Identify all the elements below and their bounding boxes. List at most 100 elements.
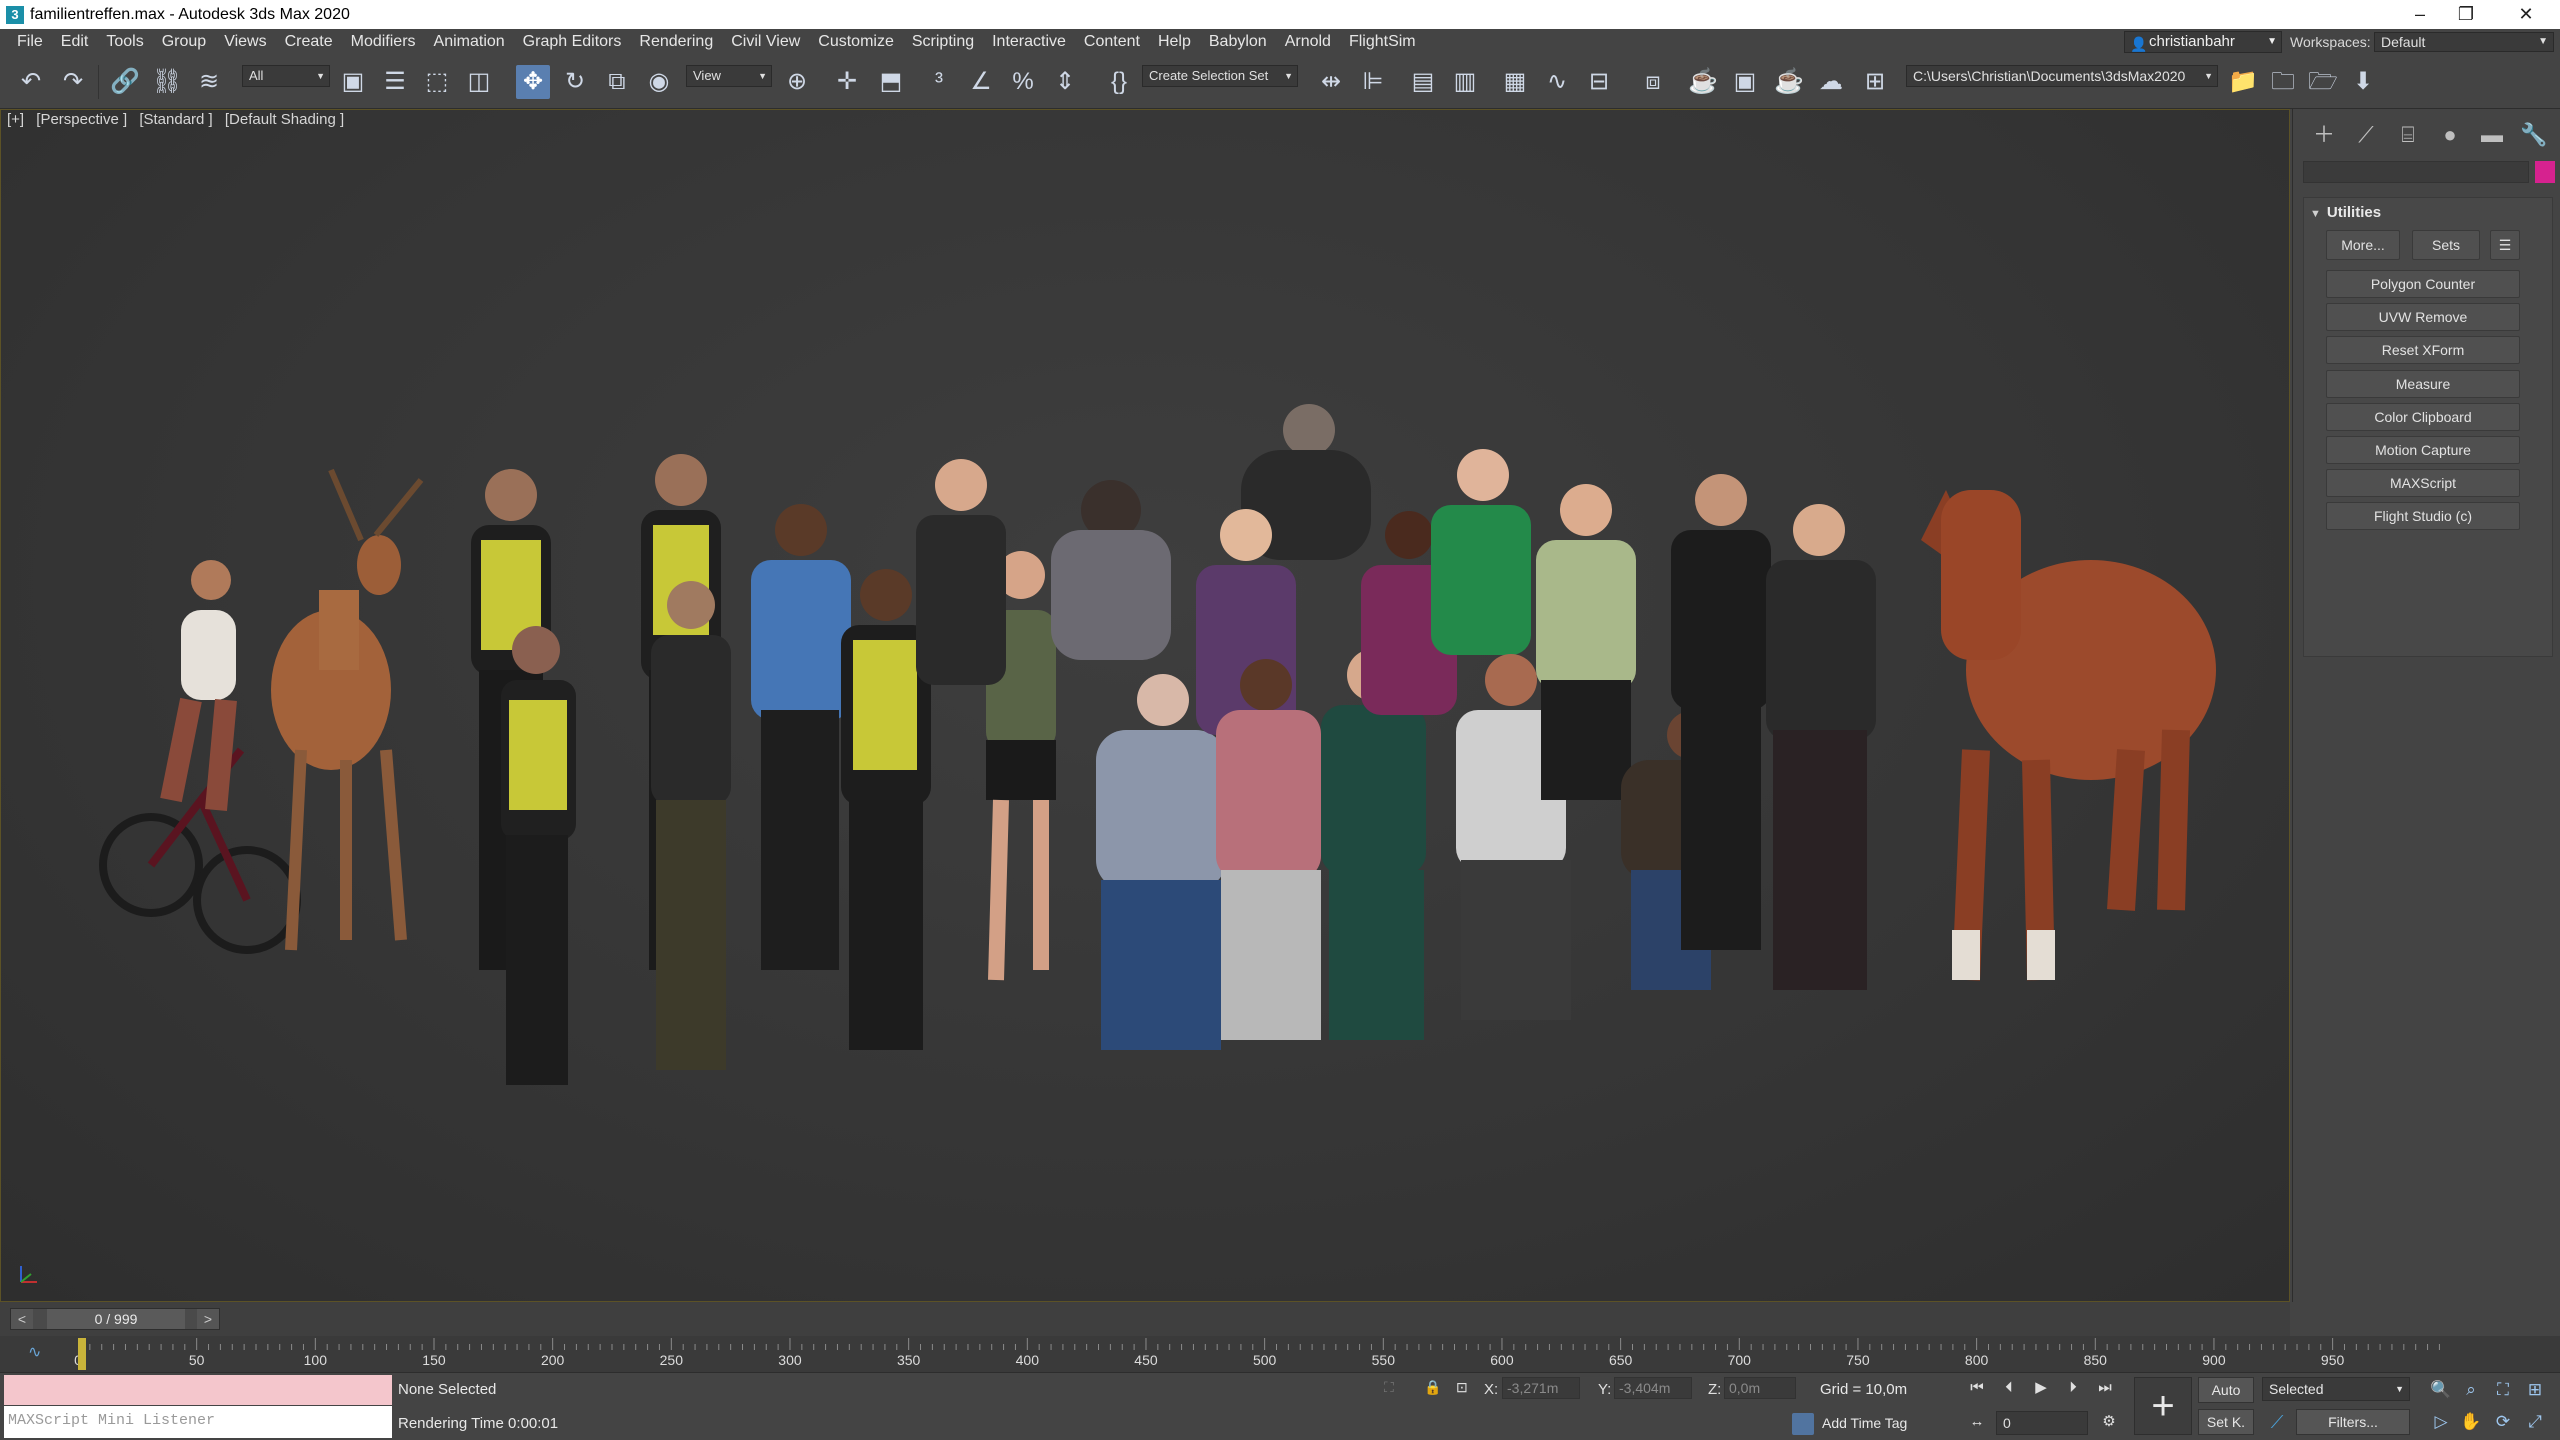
isolate-selection-icon[interactable]: ⛶ [1384,1379,1394,1396]
spinner-snap-icon[interactable]: ⇕ [1048,65,1082,99]
project-open-icon[interactable]: 📁 [2226,65,2260,99]
motion-tab-icon[interactable]: ● [2429,117,2471,153]
pivot-center-icon[interactable]: ⊕ [780,65,814,99]
unlink-icon[interactable]: ⛓ [150,65,184,99]
layer-explorer-icon[interactable]: ▥ [1448,65,1482,99]
menu-item-modifiers[interactable]: Modifiers [342,29,425,55]
project-set-icon[interactable]: ⬇ [2346,65,2380,99]
menu-item-create[interactable]: Create [276,29,342,55]
time-slider-handle[interactable]: 0 / 999 [47,1309,185,1329]
hierarchy-tab-icon[interactable]: ⌸ [2387,117,2429,153]
render-setup-icon[interactable]: ☕ [1686,65,1720,99]
key-mode-toggle-icon[interactable]: ↔ [1964,1409,1990,1435]
orbit-icon[interactable]: ⟳ [2490,1409,2516,1435]
select-by-name-icon[interactable]: ☰ [378,65,412,99]
selection-filter-dropdown[interactable]: All ▼ [242,65,330,87]
rendered-frame-window-icon[interactable]: ▣ [1728,65,1762,99]
place-icon[interactable]: ◉ [642,65,676,99]
create-tab-icon[interactable]: ＋ [2303,117,2345,153]
render-production-icon[interactable]: ☕ [1772,65,1806,99]
close-button[interactable]: ✕ [2496,0,2556,29]
modify-tab-icon[interactable]: ⟋ [2345,117,2387,153]
viewport-label-menu[interactable]: [+] [Perspective ] [Standard ] [Default … [7,110,352,130]
project-folder-icon[interactable]: 🗁 [2306,65,2340,99]
zoom-extents-icon[interactable]: ⛶ [2490,1377,2516,1403]
z-coord-field[interactable]: 0,0m [1724,1377,1796,1399]
edit-named-selection-icon[interactable]: {} [1102,65,1136,99]
bind-space-warp-icon[interactable]: ≋ [192,65,226,99]
set-key-button[interactable]: Set K. [2198,1409,2254,1435]
go-to-end-icon[interactable]: ⏭ [2092,1375,2118,1401]
percent-snap-icon[interactable]: % [1006,65,1040,99]
align-icon[interactable]: ⊫ [1356,65,1390,99]
selection-lock-icon[interactable]: 🔒 [1424,1379,1441,1396]
object-color-swatch[interactable] [2535,161,2555,183]
maximize-viewport-icon[interactable]: ⤢ [2522,1409,2548,1435]
previous-key-icon[interactable]: ⏴ [1996,1375,2022,1401]
go-to-start-icon[interactable]: ⏮ [1964,1375,1990,1401]
named-selection-dropdown[interactable]: Create Selection Set ▼ [1142,65,1298,87]
utilities-rollout-header[interactable]: ▼ Utilities [2310,204,2381,221]
utility-button-maxscript[interactable]: MAXScript [2326,469,2520,498]
key-filters-button[interactable]: Filters... [2296,1409,2410,1435]
rotate-icon[interactable]: ↻ [558,65,592,99]
previous-frame-button[interactable]: < [11,1309,33,1329]
utility-button-flight-studio-c[interactable]: Flight Studio (c) [2326,502,2520,531]
field-of-view-icon[interactable]: ▷ [2428,1409,2454,1435]
key-filter-dropdown[interactable]: Selected ▼ [2262,1377,2410,1401]
viewport-standard-menu[interactable]: [Standard ] [139,111,212,128]
maxscript-output[interactable] [4,1375,392,1405]
utility-button-color-clipboard[interactable]: Color Clipboard [2326,402,2520,431]
utilities-tab-icon[interactable]: 🔧 [2513,117,2555,153]
user-account-dropdown[interactable]: 👤 christianbahr ▼ [2124,31,2282,53]
rectangular-selection-icon[interactable]: ⬚ [420,65,454,99]
sets-button[interactable]: Sets [2412,230,2480,260]
menu-item-views[interactable]: Views [215,29,275,55]
redo-icon[interactable]: ↷ [56,65,90,99]
auto-key-button[interactable]: Auto [2198,1377,2254,1403]
scene-explorer-icon[interactable]: ▤ [1406,65,1440,99]
schematic-view-icon[interactable]: ⊟ [1582,65,1616,99]
select-manipulate-icon[interactable]: ✛ [830,65,864,99]
time-configuration-icon[interactable]: ⚙ [2096,1409,2122,1435]
playhead-marker[interactable] [78,1338,86,1370]
zoom-extents-all-icon[interactable]: ⊞ [2522,1377,2548,1403]
y-coord-field[interactable]: -3,404m [1614,1377,1692,1399]
render-in-cloud-icon[interactable]: ☁ [1814,65,1848,99]
reference-coordinate-dropdown[interactable]: View ▼ [686,65,772,87]
curve-editor-icon[interactable]: ∿ [1540,65,1574,99]
default-in-out-tangents-icon[interactable]: ⟋ [2264,1409,2290,1435]
menu-item-edit[interactable]: Edit [52,29,98,55]
utility-button-polygon-counter[interactable]: Polygon Counter [2326,270,2520,298]
menu-item-interactive[interactable]: Interactive [983,29,1075,55]
object-name-field[interactable] [2303,161,2529,183]
menu-item-file[interactable]: File [8,29,52,55]
scale-icon[interactable]: ⧉ [600,65,634,99]
material-editor-icon[interactable]: ⧈ [1636,65,1670,99]
render-shortcuts-icon[interactable]: ⊞ [1858,65,1892,99]
menu-item-animation[interactable]: Animation [425,29,514,55]
utility-button-motion-capture[interactable]: Motion Capture [2326,435,2520,464]
menu-item-customize[interactable]: Customize [809,29,903,55]
window-crossing-icon[interactable]: ◫ [462,65,496,99]
link-icon[interactable]: 🔗 [108,65,142,99]
configure-button-sets-icon[interactable]: ☰ [2490,230,2520,260]
menu-item-arnold[interactable]: Arnold [1276,29,1340,55]
menu-item-babylon[interactable]: Babylon [1200,29,1276,55]
select-object-icon[interactable]: ▣ [336,65,370,99]
menu-item-tools[interactable]: Tools [97,29,152,55]
zoom-all-icon[interactable]: ⌕ [2458,1377,2484,1403]
more-button[interactable]: More... [2326,230,2400,260]
restore-button[interactable]: ❐ [2436,0,2496,29]
pan-view-icon[interactable]: ✋ [2458,1409,2484,1435]
menu-item-scripting[interactable]: Scripting [903,29,983,55]
display-tab-icon[interactable]: ▬ [2471,117,2513,153]
viewport-general-menu[interactable]: [+] [7,111,24,128]
menu-item-help[interactable]: Help [1149,29,1200,55]
perspective-viewport[interactable]: [+] [Perspective ] [Standard ] [Default … [0,109,2290,1302]
viewport-pov-menu[interactable]: [Perspective ] [36,111,127,128]
maxscript-mini-listener[interactable]: MAXScript Mini Listener [4,1406,392,1438]
menu-item-content[interactable]: Content [1075,29,1149,55]
move-icon[interactable]: ✥ [516,65,550,99]
x-coord-field[interactable]: -3,271m [1502,1377,1580,1399]
